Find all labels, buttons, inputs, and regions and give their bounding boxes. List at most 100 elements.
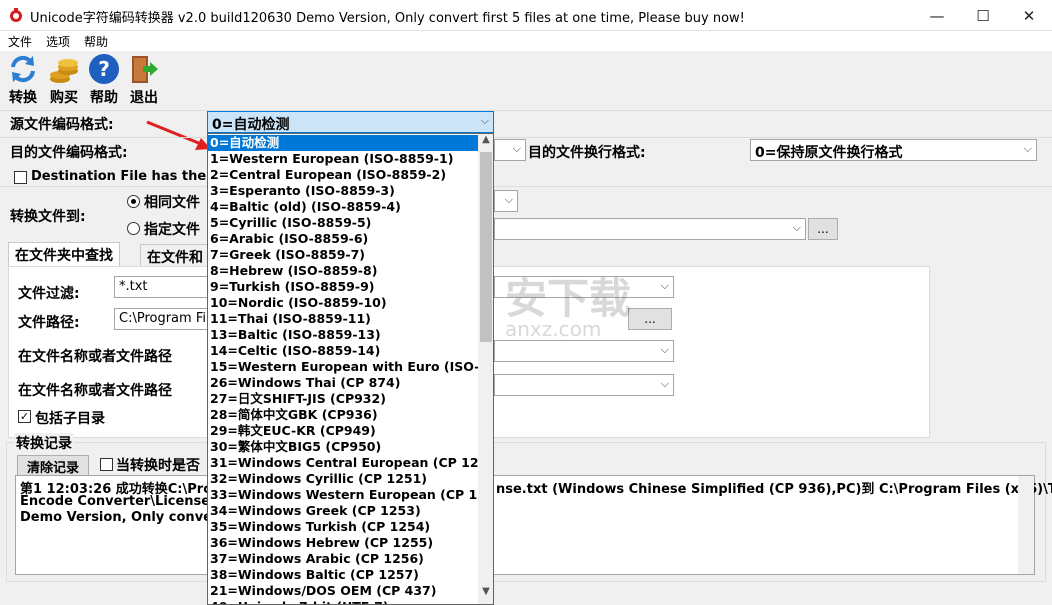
dropdown-option[interactable]: 13=Baltic (ISO-8859-13) bbox=[208, 327, 478, 343]
dropdown-option[interactable]: 15=Western European with Euro (ISO-8859 bbox=[208, 359, 493, 375]
chevron-down-icon: ⌵ bbox=[792, 221, 801, 234]
chevron-down-icon: ⌵ bbox=[480, 114, 489, 127]
chevron-down-icon: ⌵ bbox=[512, 142, 521, 155]
specified-file-path-select[interactable]: ⌵ bbox=[494, 218, 806, 240]
dropdown-option[interactable]: 9=Turkish (ISO-8859-9) bbox=[208, 279, 478, 295]
chevron-down-icon: ⌵ bbox=[504, 193, 513, 206]
coins-icon bbox=[48, 53, 80, 85]
dropdown-option[interactable]: 0=自动检测 bbox=[208, 135, 478, 151]
convert-to-label: 转换文件到: bbox=[10, 209, 86, 225]
dropdown-scrollbar[interactable]: ▲ ▼ bbox=[478, 134, 493, 604]
menu-file[interactable]: 文件 bbox=[8, 33, 32, 50]
specified-file-label: 指定文件 bbox=[144, 222, 200, 238]
when-converting-checkbox[interactable] bbox=[100, 458, 113, 471]
dropdown-option[interactable]: 7=Greek (ISO-8859-7) bbox=[208, 247, 478, 263]
dropdown-option[interactable]: 11=Thai (ISO-8859-11) bbox=[208, 311, 478, 327]
minimize-button[interactable]: — bbox=[914, 0, 960, 31]
title-bar: Unicode字符编码转换器 v2.0 build120630 Demo Ver… bbox=[0, 0, 1052, 31]
dropdown-option[interactable]: 34=Windows Greek (CP 1253) bbox=[208, 503, 478, 519]
specified-file-radio[interactable] bbox=[127, 222, 140, 235]
same-file-radio[interactable] bbox=[127, 195, 140, 208]
file-filter-label: 文件过滤: bbox=[18, 286, 80, 302]
same-file-select[interactable]: ⌵ bbox=[494, 190, 518, 212]
dropdown-option[interactable]: 33=Windows Western European (CP 1252) bbox=[208, 487, 493, 503]
dropdown-option[interactable]: 4=Baltic (old) (ISO-8859-4) bbox=[208, 199, 478, 215]
dropdown-option[interactable]: 40=Unicode 7-bit (UTF-7) bbox=[208, 599, 478, 604]
dropdown-option[interactable]: 8=Hebrew (ISO-8859-8) bbox=[208, 263, 478, 279]
tab-file-and[interactable]: 在文件和 bbox=[140, 244, 210, 268]
window-title: Unicode字符编码转换器 v2.0 build120630 Demo Ver… bbox=[30, 11, 745, 26]
source-encoding-label: 源文件编码格式: bbox=[10, 117, 114, 133]
target-linebreak-label: 目的文件换行格式: bbox=[528, 145, 646, 161]
menu-options[interactable]: 选项 bbox=[46, 33, 70, 50]
chevron-down-icon: ⌵ bbox=[660, 377, 669, 390]
exit-button[interactable]: 退出 bbox=[124, 53, 164, 106]
dropdown-option[interactable]: 28=简体中文GBK (CP936) bbox=[208, 407, 478, 423]
dropdown-option[interactable]: 36=Windows Hebrew (CP 1255) bbox=[208, 535, 478, 551]
dropdown-option[interactable]: 21=Windows/DOS OEM (CP 437) bbox=[208, 583, 478, 599]
scroll-thumb[interactable] bbox=[480, 152, 492, 342]
scroll-up-arrow-icon[interactable]: ▲ bbox=[478, 134, 493, 150]
file-filter-value: *.txt bbox=[119, 279, 148, 294]
include-subdirs-checkbox[interactable]: ✓ bbox=[18, 410, 31, 423]
log-textarea[interactable]: 第1 12:03:26 成功转换C:\Pro nse.txt (Windows … bbox=[15, 475, 1052, 575]
chevron-down-icon: ⌵ bbox=[660, 343, 669, 356]
dropdown-option[interactable]: 38=Windows Baltic (CP 1257) bbox=[208, 567, 478, 583]
dropdown-option[interactable]: 5=Cyrillic (ISO-8859-5) bbox=[208, 215, 478, 231]
destination-same-checkbox[interactable] bbox=[14, 171, 27, 184]
convert-button[interactable]: 转换 bbox=[3, 53, 43, 106]
buy-label: 购买 bbox=[50, 90, 78, 106]
dropdown-option[interactable]: 29=韩文EUC-KR (CP949) bbox=[208, 423, 478, 439]
dropdown-option[interactable]: 30=繁体中文BIG5 (CP950) bbox=[208, 439, 478, 455]
dropdown-option[interactable]: 1=Western European (ISO-8859-1) bbox=[208, 151, 478, 167]
dropdown-option[interactable]: 32=Windows Cyrillic (CP 1251) bbox=[208, 471, 478, 487]
target-linebreak-select[interactable]: 0=保持原文件换行格式 ⌵ bbox=[750, 139, 1037, 161]
menu-bar: 文件 选项 帮助 bbox=[0, 31, 1052, 51]
log-scrollbar[interactable] bbox=[1018, 476, 1034, 574]
name-contains-select-2[interactable]: ⌵ bbox=[494, 374, 674, 396]
maximize-button[interactable]: ☐ bbox=[960, 0, 1006, 31]
target-encoding-label: 目的文件编码格式: bbox=[10, 145, 128, 161]
dropdown-option[interactable]: 26=Windows Thai (CP 874) bbox=[208, 375, 478, 391]
close-button[interactable]: ✕ bbox=[1006, 0, 1052, 31]
file-path-label: 文件路径: bbox=[18, 315, 80, 331]
scroll-down-arrow-icon[interactable]: ▼ bbox=[478, 586, 493, 602]
target-encoding-select[interactable]: ⌵ bbox=[494, 139, 526, 161]
watermark-subtext: anxz.com bbox=[505, 317, 602, 341]
dropdown-option[interactable]: 3=Esperanto (ISO-8859-3) bbox=[208, 183, 478, 199]
clear-log-button[interactable]: 清除记录 bbox=[17, 455, 89, 477]
log-group-label: 转换记录 bbox=[14, 433, 74, 453]
chevron-down-icon: ⌵ bbox=[1023, 142, 1032, 155]
dropdown-option[interactable]: 35=Windows Turkish (CP 1254) bbox=[208, 519, 478, 535]
app-icon bbox=[8, 7, 24, 23]
buy-button[interactable]: 购买 bbox=[44, 53, 84, 106]
log-line-2: Encode Converter\License.txt bbox=[20, 494, 236, 509]
source-encoding-dropdown-list[interactable]: 40=Unicode 7-bit (UTF-7)21=Windows/DOS O… bbox=[207, 133, 494, 605]
help-button[interactable]: ? 帮助 bbox=[84, 53, 124, 106]
file-path-input[interactable]: C:\Program Fi bbox=[114, 308, 214, 330]
dropdown-option[interactable]: 2=Central European (ISO-8859-2) bbox=[208, 167, 478, 183]
source-encoding-select[interactable]: 0=自动检测 ⌵ bbox=[207, 111, 494, 133]
source-encoding-value: 0=自动检测 bbox=[212, 117, 290, 133]
name-contains-label-1: 在文件名称或者文件路径 bbox=[18, 349, 172, 365]
specified-browse-button[interactable]: ... bbox=[808, 218, 838, 240]
help-icon: ? bbox=[88, 53, 120, 85]
name-contains-label-2: 在文件名称或者文件路径 bbox=[18, 383, 172, 399]
log-line-3: Demo Version, Only convert fi bbox=[20, 510, 239, 525]
dropdown-option[interactable]: 6=Arabic (ISO-8859-6) bbox=[208, 231, 478, 247]
convert-label: 转换 bbox=[9, 90, 37, 106]
help-label: 帮助 bbox=[90, 90, 118, 106]
dropdown-option[interactable]: 37=Windows Arabic (CP 1256) bbox=[208, 551, 478, 567]
log-line-1-suffix: nse.txt (Windows Chinese Simplified (CP … bbox=[496, 482, 1052, 497]
dropdown-option[interactable]: 31=Windows Central European (CP 1250) bbox=[208, 455, 493, 471]
dropdown-option[interactable]: 27=日文SHIFT-JIS (CP932) bbox=[208, 391, 478, 407]
dropdown-option[interactable]: 14=Celtic (ISO-8859-14) bbox=[208, 343, 478, 359]
svg-text:?: ? bbox=[98, 57, 110, 81]
dropdown-option[interactable]: 10=Nordic (ISO-8859-10) bbox=[208, 295, 478, 311]
menu-help[interactable]: 帮助 bbox=[84, 33, 108, 50]
file-filter-input[interactable]: *.txt bbox=[114, 276, 214, 298]
tab-folder-search[interactable]: 在文件夹中查找 bbox=[8, 242, 120, 266]
toolbar: 转换 购买 ? 帮助 退出 bbox=[0, 51, 1052, 107]
exit-label: 退出 bbox=[130, 90, 158, 106]
file-path-value: C:\Program Fi bbox=[119, 311, 206, 326]
